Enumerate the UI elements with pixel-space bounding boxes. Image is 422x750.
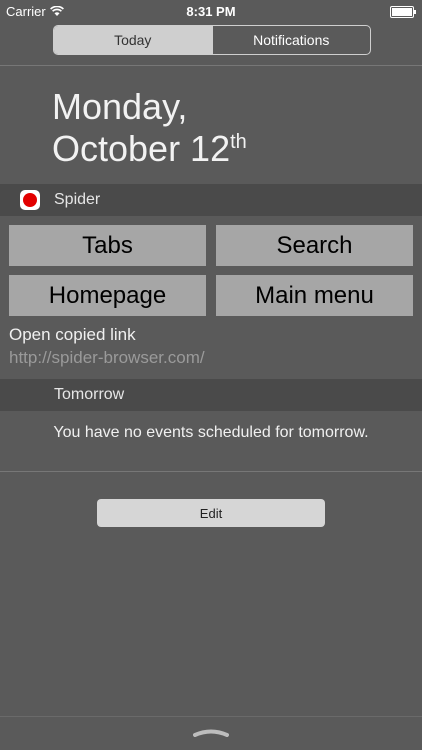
grabber-handle-icon[interactable] [193,729,229,737]
battery-icon [390,6,416,18]
spider-app-icon [20,190,40,210]
date-month-day-line: October 12th [52,128,247,170]
divider [0,716,422,717]
tab-notifications[interactable]: Notifications [211,26,371,54]
copied-link-url[interactable]: http://spider-browser.com/ [9,348,205,368]
spider-widget-header[interactable]: Spider [0,184,422,216]
widget-title: Spider [54,191,101,208]
date-heading: Monday, October 12th [52,86,247,170]
search-button[interactable]: Search [216,225,413,266]
tomorrow-title: Tomorrow [54,386,125,403]
tab-today[interactable]: Today [54,26,212,54]
edit-button[interactable]: Edit [97,499,325,527]
divider [0,471,422,472]
no-events-message: You have no events scheduled for tomorro… [53,424,369,441]
status-bar: Carrier 8:31 PM [0,0,422,22]
tomorrow-header: Tomorrow [0,379,422,411]
date-month-day: October 12 [52,128,231,169]
tabs-button[interactable]: Tabs [9,225,206,266]
view-switcher: Today Notifications [53,25,371,55]
homepage-button[interactable]: Homepage [9,275,206,316]
status-time: 8:31 PM [186,4,236,19]
open-copied-link[interactable]: Open copied link [9,325,136,345]
main-menu-button[interactable]: Main menu [216,275,413,316]
divider [0,65,422,66]
date-weekday: Monday, [52,86,188,127]
date-ordinal-suffix: th [230,131,247,153]
